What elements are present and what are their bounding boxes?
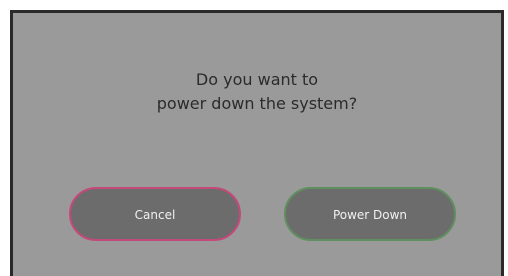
power-down-button[interactable]: Power Down bbox=[284, 187, 456, 241]
cancel-button[interactable]: Cancel bbox=[69, 187, 241, 241]
screen: Do you want to power down the system? Ca… bbox=[0, 0, 508, 276]
dialog-message: Do you want to power down the system? bbox=[13, 68, 501, 116]
dialog-message-line-2: power down the system? bbox=[156, 94, 358, 113]
power-down-dialog: Do you want to power down the system? Ca… bbox=[10, 10, 504, 276]
dialog-message-line-1: Do you want to bbox=[195, 70, 319, 89]
